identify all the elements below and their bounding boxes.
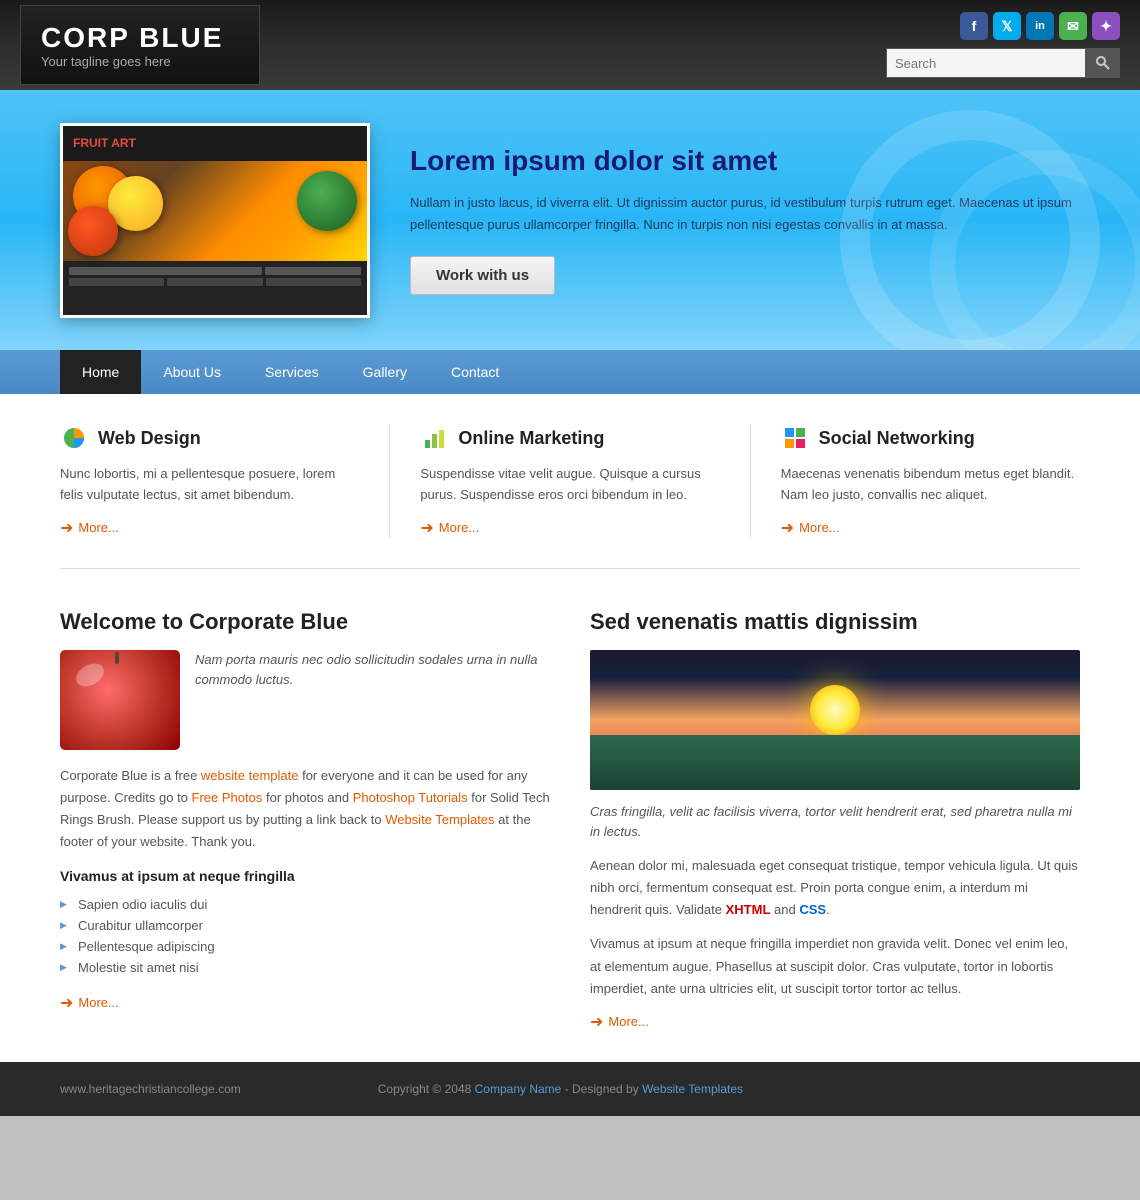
list-item: Pellentesque adipiscing <box>60 936 550 957</box>
header: CORP BLUE Your tagline goes here f 𝕏 in … <box>0 0 1140 90</box>
nav-contact[interactable]: Contact <box>429 350 521 394</box>
welcome-more-link[interactable]: ➜ More... <box>60 993 550 1013</box>
website-templates-link[interactable]: Website Templates <box>385 812 494 827</box>
nav-services[interactable]: Services <box>243 350 341 394</box>
nav-home[interactable]: Home <box>60 350 141 394</box>
logo-area: CORP BLUE Your tagline goes here <box>20 5 260 85</box>
search-bar <box>886 48 1120 78</box>
welcome-heading: Welcome to Corporate Blue <box>60 609 550 635</box>
linkedin-icon[interactable]: in <box>1026 12 1054 40</box>
two-columns: Welcome to Corporate Blue Nam porta maur… <box>60 599 1080 1032</box>
company-name-link[interactable]: Company Name <box>475 1082 562 1096</box>
fruit-lime <box>297 171 357 231</box>
hero-description: Nullam in justo lacus, id viverra elit. … <box>410 192 1080 236</box>
hero-text: Lorem ipsum dolor sit amet Nullam in jus… <box>410 145 1080 295</box>
col-social-text: Maecenas venenatis bibendum metus eget b… <box>781 464 1080 506</box>
right-more-link[interactable]: ➜ More... <box>590 1012 1080 1032</box>
welcome-inner: Nam porta mauris nec odio sollicitudin s… <box>60 650 550 750</box>
sunset-image <box>590 650 1080 790</box>
nav-gallery[interactable]: Gallery <box>341 350 429 394</box>
welcome-subheading: Vivamus at ipsum at neque fringilla <box>60 868 550 884</box>
welcome-text: Corporate Blue is a free website templat… <box>60 765 550 853</box>
arrow-icon: ➜ <box>781 518 794 538</box>
right-italic: Cras fringilla, velit ac facilisis viver… <box>590 802 1080 844</box>
footer: www.heritagechristiancollege.com Copyrig… <box>0 1062 1140 1116</box>
social-network-icon <box>781 424 809 452</box>
free-photos-link[interactable]: Free Photos <box>192 790 263 805</box>
web-design-icon <box>60 424 88 452</box>
right-heading: Sed venenatis mattis dignissim <box>590 609 1080 635</box>
apple-stem <box>115 652 119 664</box>
col-marketing-heading: Online Marketing <box>420 424 719 452</box>
welcome-section: Welcome to Corporate Blue Nam porta maur… <box>60 609 550 1032</box>
nav-about[interactable]: About Us <box>141 350 243 394</box>
logo-title: CORP BLUE <box>41 22 239 54</box>
arrow-icon: ➜ <box>590 1012 603 1032</box>
arrow-icon: ➜ <box>420 518 433 538</box>
social-more-link[interactable]: ➜ More... <box>781 518 1080 538</box>
main-navigation: Home About Us Services Gallery Contact <box>0 350 1140 394</box>
list-item: Sapien odio iaculis dui <box>60 894 550 915</box>
col-marketing: Online Marketing Suspendisse vitae velit… <box>420 424 750 538</box>
col-web-design-text: Nunc lobortis, mi a pellentesque posuere… <box>60 464 359 506</box>
twitter-icon[interactable]: 𝕏 <box>993 12 1021 40</box>
marketing-icon <box>420 424 448 452</box>
search-button[interactable] <box>1086 48 1120 78</box>
right-section: Sed venenatis mattis dignissim Cras frin… <box>590 609 1080 1032</box>
work-with-us-button[interactable]: Work with us <box>410 256 555 295</box>
photoshop-tutorials-link[interactable]: Photoshop Tutorials <box>353 790 468 805</box>
footer-left: www.heritagechristiancollege.com <box>60 1082 241 1096</box>
design-link[interactable]: Website Templates <box>642 1082 743 1096</box>
col-web-design: Web Design Nunc lobortis, mi a pellentes… <box>60 424 390 538</box>
three-columns: Web Design Nunc lobortis, mi a pellentes… <box>60 424 1080 569</box>
hero-main-image <box>63 161 367 261</box>
hero: FRUIT ART Lorem ipsum dolor sit amet Nul… <box>0 90 1140 350</box>
hero-bottom <box>63 261 367 316</box>
fruit-label: FRUIT ART <box>73 136 136 150</box>
col-social-heading: Social Networking <box>781 424 1080 452</box>
hero-nav: FRUIT ART <box>63 126 367 161</box>
marketing-more-link[interactable]: ➜ More... <box>420 518 719 538</box>
sunset-reflection <box>590 735 1080 790</box>
xhtml-link[interactable]: XHTML <box>726 902 771 917</box>
hero-image: FRUIT ART <box>60 123 370 318</box>
search-input[interactable] <box>886 48 1086 78</box>
header-right: f 𝕏 in ✉ ✦ <box>886 12 1120 78</box>
col-social: Social Networking Maecenas venenatis bib… <box>781 424 1080 538</box>
social-icons: f 𝕏 in ✉ ✦ <box>960 12 1120 40</box>
arrow-icon: ➜ <box>60 518 73 538</box>
message-icon[interactable]: ✉ <box>1059 12 1087 40</box>
col-marketing-text: Suspendisse vitae velit augue. Quisque a… <box>420 464 719 506</box>
apple-highlight <box>72 658 108 690</box>
right-text1: Aenean dolor mi, malesuada eget consequa… <box>590 855 1080 921</box>
bullet-list: Sapien odio iaculis dui Curabitur ullamc… <box>60 894 550 978</box>
logo-tagline: Your tagline goes here <box>41 54 239 69</box>
right-text2: Vivamus at ipsum at neque fringilla impe… <box>590 933 1080 999</box>
list-item: Curabitur ullamcorper <box>60 915 550 936</box>
fruit-tomato <box>68 206 118 256</box>
web-design-more-link[interactable]: ➜ More... <box>60 518 359 538</box>
welcome-quote: Nam porta mauris nec odio sollicitudin s… <box>195 650 550 750</box>
css-link[interactable]: CSS <box>799 902 826 917</box>
sunset-sun <box>810 685 860 735</box>
main-content: Web Design Nunc lobortis, mi a pellentes… <box>0 394 1140 1062</box>
rss-icon[interactable]: ✦ <box>1092 12 1120 40</box>
facebook-icon[interactable]: f <box>960 12 988 40</box>
footer-center: Copyright © 2048 Company Name - Designed… <box>378 1082 743 1096</box>
arrow-icon: ➜ <box>60 993 73 1013</box>
col-web-design-heading: Web Design <box>60 424 359 452</box>
search-icon <box>1095 55 1111 71</box>
hero-heading: Lorem ipsum dolor sit amet <box>410 145 1080 177</box>
list-item: Molestie sit amet nisi <box>60 957 550 978</box>
website-template-link[interactable]: website template <box>201 768 299 783</box>
apple-image <box>60 650 180 750</box>
